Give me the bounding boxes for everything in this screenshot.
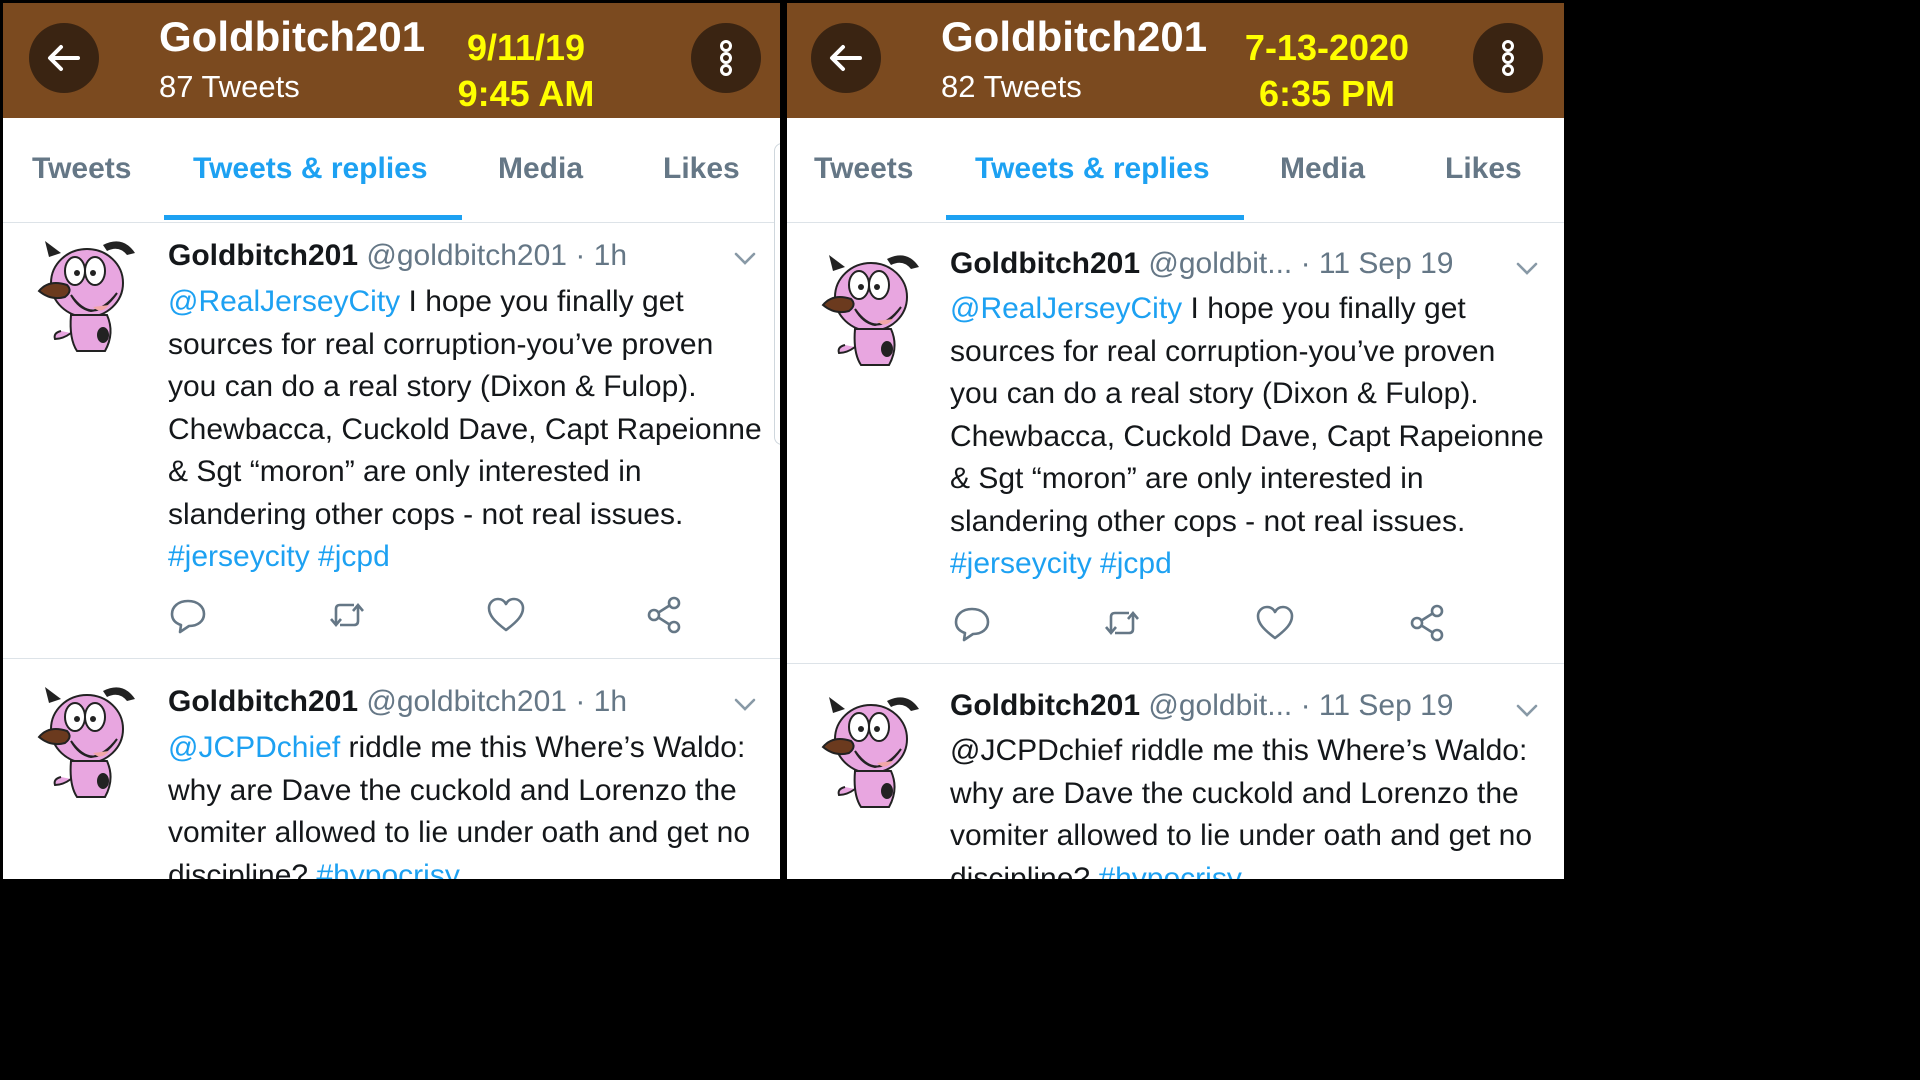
tweet-item[interactable]: Goldbitch201 @goldbit... · 11 Sep 19 @Re… [787, 225, 1564, 664]
back-button[interactable] [29, 23, 99, 93]
profile-tabs: Tweets Tweets & replies Media Likes [3, 118, 780, 223]
profile-screen-left: Goldbitch201 87 Tweets 9/11/19 9:45 AM T… [3, 3, 780, 879]
retweet-icon[interactable] [1102, 603, 1142, 643]
chevron-down-icon[interactable] [732, 691, 758, 717]
tweet-count: 82 Tweets [941, 69, 1082, 104]
tweet-author-name[interactable]: Goldbitch201 [950, 247, 1140, 280]
share-icon[interactable] [645, 595, 685, 635]
tweet-time: · 11 Sep 19 [1300, 689, 1454, 722]
tab-tweets[interactable]: Tweets [814, 152, 913, 186]
comparison-screenshot: Goldbitch201 87 Tweets 9/11/19 9:45 AM T… [0, 0, 1568, 882]
hashtag-links[interactable]: #jerseycity #jcpd [168, 540, 390, 573]
profile-name: Goldbitch201 [159, 13, 426, 60]
stamp-date: 7-13-2020 [1244, 27, 1410, 68]
chevron-down-icon[interactable] [1514, 697, 1540, 723]
tab-likes[interactable]: Likes [1445, 152, 1522, 186]
back-button[interactable] [811, 23, 881, 93]
active-tab-indicator [946, 215, 1244, 220]
tweet-meta: Goldbitch201 @goldbit... · 11 Sep 19 [950, 689, 1454, 723]
tweet-author-handle[interactable]: @goldbit... [1148, 689, 1292, 722]
stamp-date: 9/11/19 [466, 27, 586, 68]
reply-icon[interactable] [952, 603, 992, 643]
vertical-dots-icon [1502, 40, 1514, 76]
chevron-down-icon[interactable] [1514, 255, 1540, 281]
tweet-count: 87 Tweets [159, 69, 300, 104]
tweet-body: I hope you finally get sources for real … [168, 285, 762, 531]
hashtag-links[interactable]: #jerseycity #jcpd [950, 547, 1172, 580]
tweet-body: I hope you finally get sources for real … [950, 292, 1544, 538]
tweet-text: @RealJerseyCity I hope you finally get s… [168, 281, 768, 579]
tweet-meta: Goldbitch201 @goldbit... · 11 Sep 19 [950, 247, 1454, 281]
tweet-time: · 1h [575, 239, 628, 272]
hashtag-links[interactable]: #hypocrisy [1098, 862, 1241, 880]
avatar[interactable] [31, 681, 143, 801]
active-tab-indicator [164, 215, 462, 220]
retweet-icon[interactable] [327, 595, 367, 635]
more-options-button[interactable] [1473, 23, 1543, 93]
tweet-meta: Goldbitch201 @goldbitch201 · 1h [168, 239, 627, 273]
profile-screen-right: Goldbitch201 82 Tweets 7-13-2020 6:35 PM… [787, 3, 1564, 879]
share-icon[interactable] [1408, 603, 1448, 643]
stamp-time: 6:35 PM [1258, 73, 1396, 114]
tab-tweets-and-replies[interactable]: Tweets & replies [193, 152, 428, 186]
reply-icon[interactable] [168, 595, 208, 635]
tweet-text: @JCPDchief riddle me this Where’s Waldo:… [168, 727, 768, 879]
tweet-author-handle[interactable]: @goldbit... [1148, 247, 1292, 280]
heart-icon[interactable] [486, 595, 526, 635]
heart-icon[interactable] [1255, 603, 1295, 643]
tweet-author-handle[interactable]: @goldbitch201 [366, 685, 567, 718]
tweet-actions [168, 595, 688, 635]
profile-header: Goldbitch201 87 Tweets 9/11/19 9:45 AM [3, 3, 780, 118]
tweet-text: @RealJerseyCity I hope you finally get s… [950, 288, 1550, 586]
tweet-author-handle[interactable]: @goldbitch201 [366, 239, 567, 272]
avatar[interactable] [815, 691, 927, 811]
tab-media[interactable]: Media [1280, 152, 1365, 186]
profile-header: Goldbitch201 82 Tweets 7-13-2020 6:35 PM [787, 3, 1564, 118]
avatar[interactable] [815, 249, 927, 369]
profile-tabs: Tweets Tweets & replies Media Likes [787, 118, 1564, 223]
tweet-actions [950, 603, 1470, 643]
arrow-left-icon [830, 45, 862, 71]
tweet-meta: Goldbitch201 @goldbitch201 · 1h [168, 685, 627, 719]
arrow-left-icon [48, 45, 80, 71]
avatar[interactable] [31, 235, 143, 355]
tweet-time: · 1h [575, 685, 628, 718]
tweet-author-name[interactable]: Goldbitch201 [950, 689, 1140, 722]
profile-name: Goldbitch201 [941, 13, 1208, 60]
tab-tweets-and-replies[interactable]: Tweets & replies [975, 152, 1210, 186]
tab-media[interactable]: Media [498, 152, 583, 186]
tweet-body: @JCPDchief riddle me this Where’s Waldo:… [950, 734, 1533, 879]
date-stamp-overlay: 9/11/19 9:45 AM [396, 25, 656, 117]
tweet-author-name[interactable]: Goldbitch201 [168, 239, 358, 272]
chevron-down-icon[interactable] [732, 245, 758, 271]
tweet-author-name[interactable]: Goldbitch201 [168, 685, 358, 718]
stamp-time: 9:45 AM [457, 73, 595, 114]
tweet-item[interactable]: Goldbitch201 @goldbit... · 11 Sep 19 @JC… [787, 671, 1564, 879]
date-stamp-overlay: 7-13-2020 6:35 PM [1197, 25, 1457, 117]
tab-likes[interactable]: Likes [663, 152, 740, 186]
tab-tweets[interactable]: Tweets [32, 152, 131, 186]
tweet-time: · 11 Sep 19 [1300, 247, 1454, 280]
more-options-button[interactable] [691, 23, 761, 93]
tweet-item[interactable]: Goldbitch201 @goldbitch201 · 1h @RealJer… [3, 223, 780, 659]
mention-link[interactable]: @JCPDchief [168, 731, 340, 764]
hashtag-links[interactable]: #hypocrisy [316, 859, 459, 880]
vertical-dots-icon [720, 40, 732, 76]
tweet-text: @JCPDchief riddle me this Where’s Waldo:… [950, 730, 1550, 879]
tweet-item[interactable]: Goldbitch201 @goldbitch201 · 1h @JCPDchi… [3, 669, 780, 879]
mention-link[interactable]: @RealJerseyCity [168, 285, 400, 318]
mention-link[interactable]: @RealJerseyCity [950, 292, 1182, 325]
